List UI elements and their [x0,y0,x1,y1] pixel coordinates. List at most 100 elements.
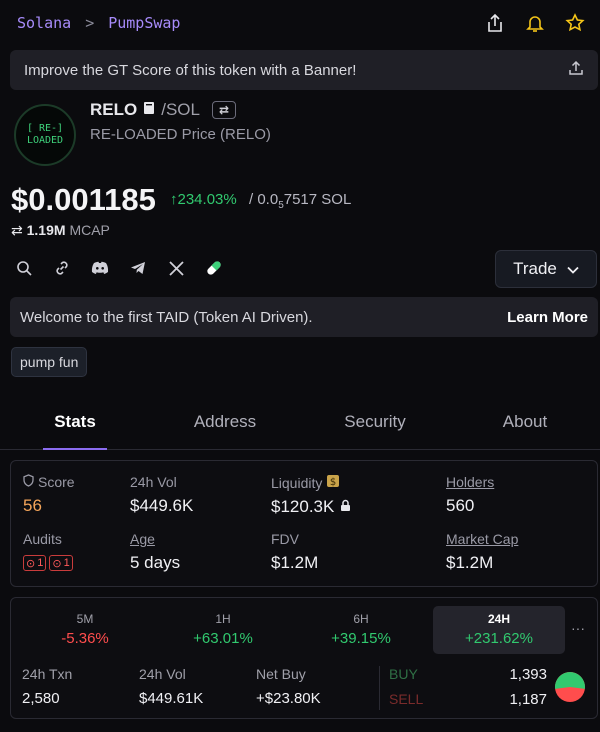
age-cell: Age 5 days [130,531,180,573]
liquidity-cell: Liquidity $ $120.3K [271,474,351,517]
swap-pair-icon[interactable]: ⇄ [211,101,236,119]
token-full-name: RE-LOADED Price (RELO) [90,126,271,143]
tab-stats[interactable]: Stats [0,398,150,449]
alert-icon: ⊙ [52,557,62,570]
txn-label: 24h Txn [22,666,73,682]
period-label: 1H [215,612,231,626]
pie-buy-slice [555,672,585,689]
lock-icon [340,497,351,517]
more-options-icon[interactable]: ··· [571,620,585,636]
swap-icon: ⇄ [11,222,23,238]
netbuy-value: +$23.80K [256,690,321,707]
stats-card: Score 56 24h Vol $449.6K Liquidity $ $12… [10,460,598,587]
holders-label[interactable]: Holders [446,474,494,490]
perf-vol-label: 24h Vol [139,666,186,682]
sol-price-prefix: / 0.0 [249,191,279,208]
audit-warning-badge[interactable]: ⊙ 1 [23,555,47,571]
token-logo: [ RE-] LOADED [14,104,76,166]
token-symbol: RELO [90,100,138,119]
social-links [14,258,224,278]
tab-security[interactable]: Security [300,398,450,449]
star-icon[interactable] [564,12,586,34]
token-price: $0.001185 [11,182,156,217]
taid-notice: Welcome to the first TAID (Token AI Driv… [10,297,598,337]
banner-text: Improve the GT Score of this token with … [24,61,357,79]
search-icon[interactable] [14,258,34,278]
market-cap-cell: Market Cap $1.2M [446,531,518,573]
svg-text:$: $ [330,477,336,488]
perf-vol-value: $449.61K [139,690,204,707]
txn-value: 2,580 [22,690,60,707]
coin-bag-icon: $ [326,474,340,491]
age-value: 5 days [130,553,181,572]
liquidity-label-row: Liquidity $ [271,474,351,491]
alert-icon: ⊙ [26,557,36,570]
taid-text: Welcome to the first TAID (Token AI Driv… [20,308,313,326]
netbuy-label: Net Buy [256,666,306,682]
token-pair: RELO /SOL ⇄ [90,100,236,120]
learn-more-link[interactable]: Learn More [507,309,588,326]
mcap-summary: ⇄ 1.19M MCAP [11,222,110,239]
trade-label: Trade [513,259,557,278]
mcap-value: 1.19M [26,222,66,238]
sol-price: / 0.057517 SOL [249,191,351,211]
tab-bar: Stats Address Security About [0,398,600,450]
header-actions [484,12,586,34]
period-24h[interactable]: 24H +231.62% [433,606,565,654]
period-1h[interactable]: 1H +63.01% [157,606,289,654]
tab-about[interactable]: About [450,398,600,449]
breadcrumb-separator: > [85,14,95,32]
market-cap-value: $1.2M [446,553,494,572]
score-label-row: Score [23,474,75,490]
discord-icon[interactable] [90,258,110,278]
pump-fun-tag[interactable]: pump fun [11,347,88,377]
breadcrumb-dex-link[interactable]: PumpSwap [108,14,180,32]
telegram-icon[interactable] [128,258,148,278]
trade-button[interactable]: Trade [495,250,597,288]
txn-cell: 24h Txn 2,580 [22,666,72,707]
upload-icon[interactable] [568,60,584,80]
period-label: 5M [76,612,94,626]
quote-symbol: /SOL [161,100,200,119]
liquidity-value-row: $120.3K [271,497,351,517]
bell-icon[interactable] [524,12,546,34]
score-label: Score [38,474,75,490]
vol-value: $449.6K [130,496,194,515]
period-change: +63.01% [193,630,253,647]
buy-count: 1,393 [509,666,547,683]
age-label[interactable]: Age [130,531,180,547]
vol-cell: 24h Vol $449.6K [130,474,193,516]
breadcrumb: Solana > PumpSwap [17,14,180,32]
fdv-value: $1.2M [271,553,319,572]
breadcrumb-chain-link[interactable]: Solana [17,14,71,32]
liquidity-value: $120.3K [271,497,335,516]
performance-card: 5M -5.36% 1H +63.01% 6H +39.15% 24H +231… [10,597,598,719]
link-icon[interactable] [52,258,72,278]
period-label: 24H [487,612,510,626]
chevron-down-icon [567,259,579,279]
logo-text-top: [ RE-] [26,123,64,134]
logo-text-bottom: LOADED [26,135,64,146]
period-6h[interactable]: 6H +39.15% [295,606,427,654]
market-cap-label[interactable]: Market Cap [446,531,518,547]
vol-label: 24h Vol [130,474,177,490]
copy-icon[interactable] [143,100,155,120]
sell-label: SELL [389,691,424,707]
period-change: +231.62% [465,630,533,647]
audit-count-2: 1 [63,557,70,569]
gt-score-banner[interactable]: Improve the GT Score of this token with … [10,50,598,90]
buy-sell-pie [555,672,585,702]
perf-vol-cell: 24h Vol $449.61K [139,666,203,707]
share-icon[interactable] [484,12,506,34]
period-change: -5.36% [61,630,109,647]
period-label: 6H [353,612,369,626]
holders-cell: Holders 560 [446,474,494,516]
fdv-cell: FDV $1.2M [271,531,318,573]
x-twitter-icon[interactable] [166,258,186,278]
liquidity-label: Liquidity [271,474,323,491]
pill-icon[interactable] [204,258,224,278]
audit-warning-badge[interactable]: ⊙ 1 [49,555,73,571]
mcap-label: MCAP [69,222,110,238]
period-5m[interactable]: 5M -5.36% [19,606,151,654]
tab-address[interactable]: Address [150,398,300,449]
